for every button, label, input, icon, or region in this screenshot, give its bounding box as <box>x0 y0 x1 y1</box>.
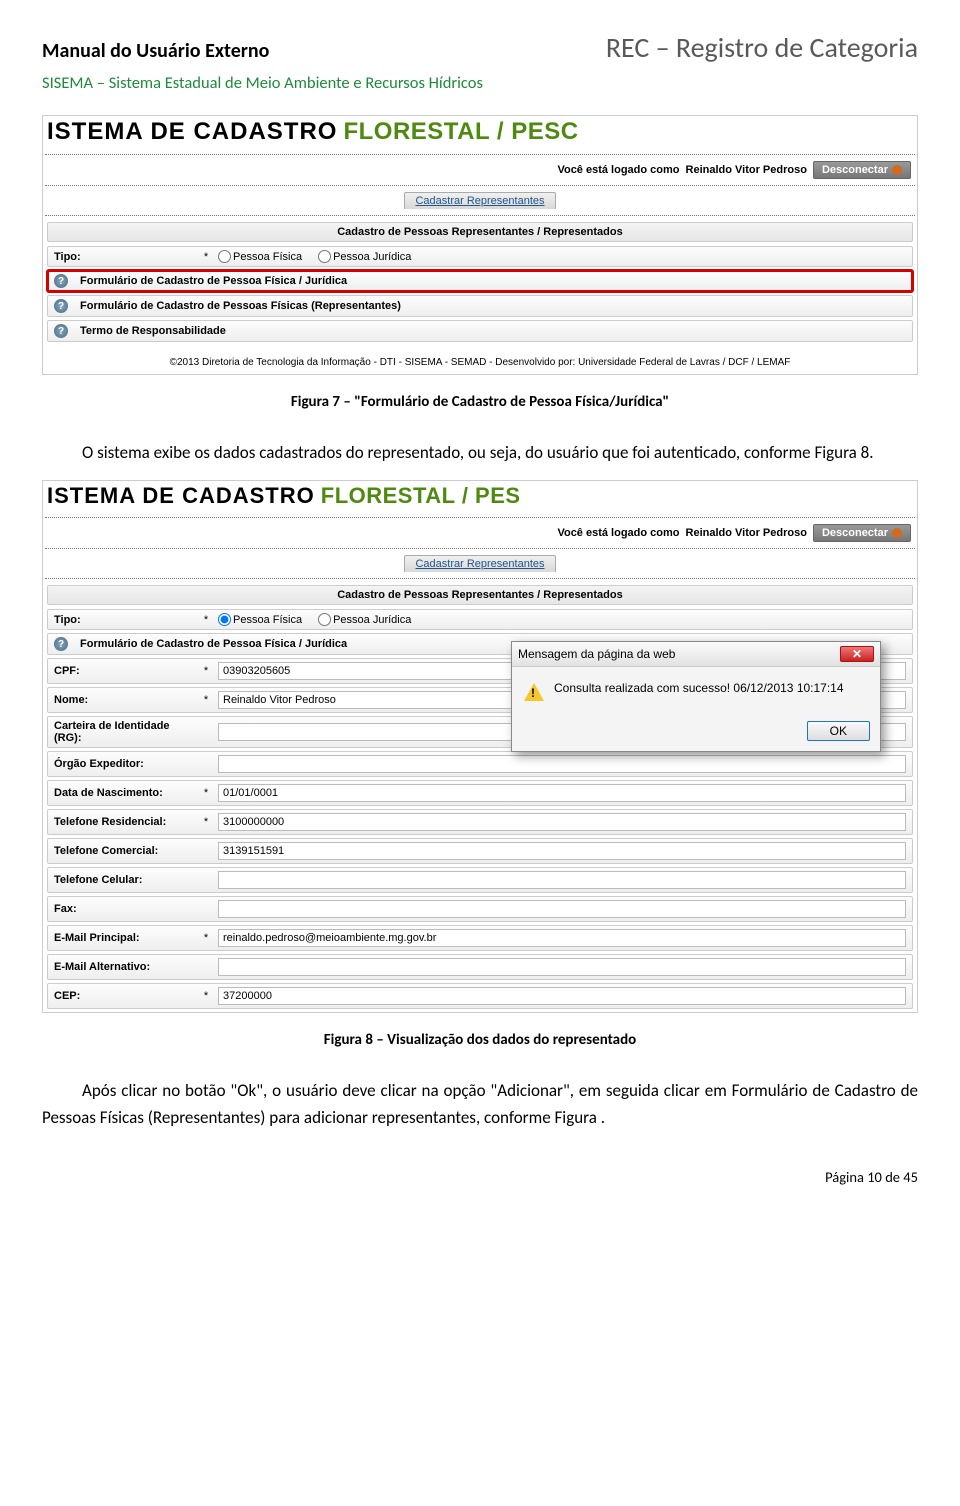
email-princ-input[interactable] <box>218 929 906 947</box>
paragraph-2: Após clicar no botão "Ok", o usuário dev… <box>42 1077 918 1131</box>
email-princ-row: E-Mail Principal:* <box>47 925 913 951</box>
figure-7-screenshot: ISTEMA DE CADASTRO FLORESTAL / PESC Você… <box>42 115 918 375</box>
help-icon: ? <box>54 299 68 313</box>
orgao-input[interactable] <box>218 755 906 773</box>
tipo-row: Tipo: * Pessoa Física Pessoa Jurídica <box>47 246 913 267</box>
help-icon: ? <box>54 274 68 288</box>
system-title-black: ISTEMA DE CADASTRO <box>47 118 337 146</box>
divider <box>45 185 915 186</box>
radio-pessoa-fisica[interactable]: Pessoa Física <box>218 613 302 626</box>
cep-row: CEP:* <box>47 983 913 1009</box>
disconnect-icon <box>892 165 902 175</box>
divider <box>45 215 915 216</box>
tab-cadastrar-representantes[interactable]: Cadastrar Representantes <box>404 192 555 209</box>
tel-com-input[interactable] <box>218 842 906 860</box>
logged-as-user: Reinaldo Vitor Pedroso <box>686 527 807 539</box>
orgao-row: Órgão Expeditor: <box>47 751 913 777</box>
logged-as-label: Você está logado como <box>557 527 679 539</box>
close-icon[interactable]: ✕ <box>840 646 874 662</box>
logged-as-user: Reinaldo Vitor Pedroso <box>686 164 807 176</box>
divider <box>45 578 915 579</box>
js-alert-dialog: Mensagem da página da web ✕ Consulta rea… <box>511 641 881 752</box>
radio-pessoa-juridica[interactable]: Pessoa Jurídica <box>318 250 411 263</box>
tel-cel-input[interactable] <box>218 871 906 889</box>
rec-title: REC – Registro de Categoria <box>606 30 918 65</box>
disconnect-button[interactable]: Desconectar <box>813 161 911 179</box>
disconnect-button[interactable]: Desconectar <box>813 524 911 542</box>
doc-header: Manual do Usuário Externo REC – Registro… <box>42 30 918 65</box>
page-number: Página 10 de 45 <box>42 1168 918 1186</box>
figure-7-caption: Figura 7 – "Formulário de Cadastro de Pe… <box>42 393 918 411</box>
panel-termo[interactable]: ? Termo de Responsabilidade <box>47 320 913 342</box>
fax-input[interactable] <box>218 900 906 918</box>
tipo-row: Tipo: * Pessoa Física Pessoa Jurídica <box>47 609 913 630</box>
logged-as-label: Você está logado como <box>557 164 679 176</box>
subheader: SISEMA – Sistema Estadual de Meio Ambien… <box>42 73 918 93</box>
tel-cel-row: Telefone Celular: <box>47 867 913 893</box>
manual-title: Manual do Usuário Externo <box>42 39 269 63</box>
login-bar: Você está logado como Reinaldo Vitor Ped… <box>43 524 917 542</box>
ok-button[interactable]: OK <box>807 721 870 741</box>
email-alt-row: E-Mail Alternativo: <box>47 954 913 980</box>
login-bar: Você está logado como Reinaldo Vitor Ped… <box>43 161 917 179</box>
system-title-green: FLORESTAL / PESC <box>343 118 578 146</box>
fax-row: Fax: <box>47 896 913 922</box>
warning-icon <box>524 683 544 701</box>
tipo-label: Tipo: <box>54 251 194 263</box>
radio-pessoa-fisica[interactable]: Pessoa Física <box>218 250 302 263</box>
divider <box>45 517 915 518</box>
dialog-message: Consulta realizada com sucesso! 06/12/20… <box>554 681 844 695</box>
copyright: ©2013 Diretoria de Tecnologia da Informa… <box>43 345 917 374</box>
cep-input[interactable] <box>218 987 906 1005</box>
section-header: Cadastro de Pessoas Representantes / Rep… <box>47 222 913 242</box>
radio-pessoa-juridica[interactable]: Pessoa Jurídica <box>318 613 411 626</box>
section-header: Cadastro de Pessoas Representantes / Rep… <box>47 585 913 605</box>
tel-res-row: Telefone Residencial:* <box>47 809 913 835</box>
paragraph-1: O sistema exibe os dados cadastrados do … <box>42 439 918 466</box>
system-title-green: FLORESTAL / PES <box>321 483 521 509</box>
figure-8-caption: Figura 8 – Visualização dos dados do rep… <box>42 1031 918 1049</box>
panel-formulario-representantes[interactable]: ? Formulário de Cadastro de Pessoas Físi… <box>47 295 913 317</box>
tel-res-input[interactable] <box>218 813 906 831</box>
tel-com-row: Telefone Comercial: <box>47 838 913 864</box>
help-icon: ? <box>54 637 68 651</box>
data-nasc-row: Data de Nascimento:* <box>47 780 913 806</box>
figure-8-screenshot: ISTEMA DE CADASTRO FLORESTAL / PES Você … <box>42 480 918 1013</box>
help-icon: ? <box>54 324 68 338</box>
system-title-black: ISTEMA DE CADASTRO <box>47 483 315 509</box>
divider <box>45 154 915 155</box>
tab-cadastrar-representantes[interactable]: Cadastrar Representantes <box>404 555 555 572</box>
email-alt-input[interactable] <box>218 958 906 976</box>
tipo-label: Tipo: <box>54 614 194 626</box>
panel-formulario-pf-pj[interactable]: ? Formulário de Cadastro de Pessoa Físic… <box>47 270 913 292</box>
dialog-title: Mensagem da página da web <box>518 647 675 661</box>
disconnect-icon <box>892 528 902 538</box>
divider <box>45 548 915 549</box>
data-nasc-input[interactable] <box>218 784 906 802</box>
